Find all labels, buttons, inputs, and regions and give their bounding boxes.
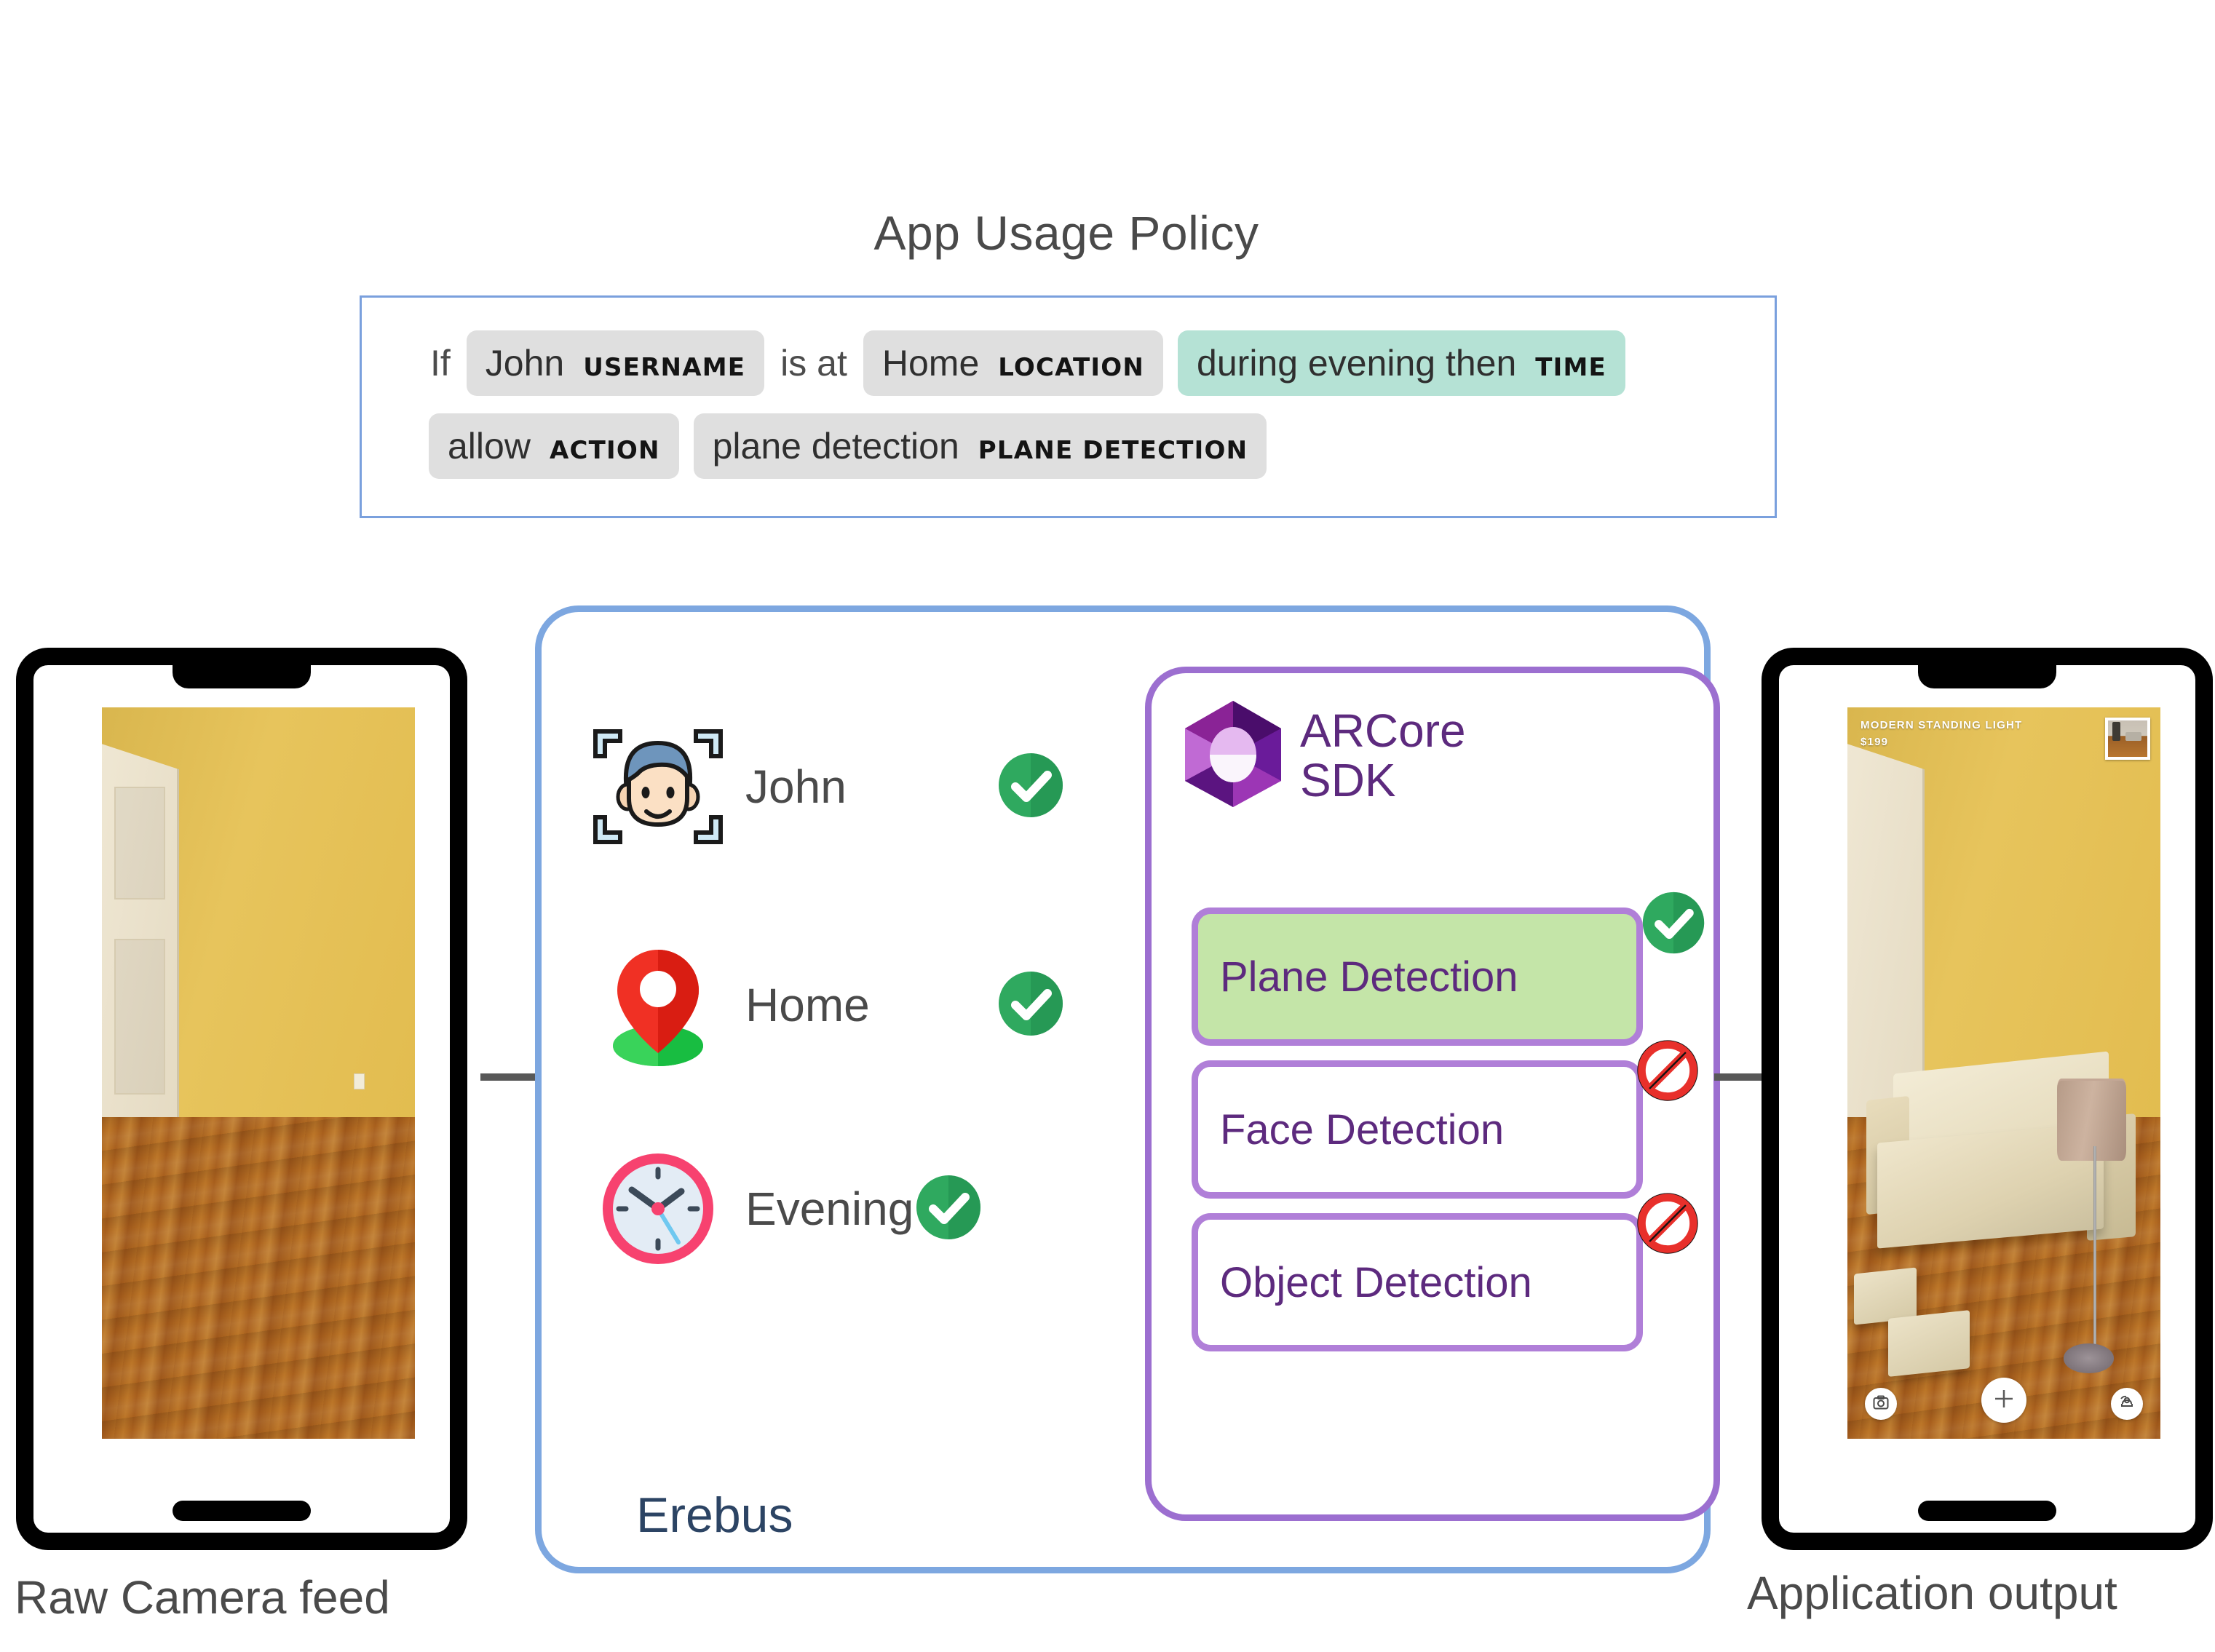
green-check-icon-plane-detection [1640,889,1707,956]
raw-camera-phone [16,648,467,1550]
policy-token-location-tag: LOCATION [998,353,1145,382]
green-check-icon-evening [914,1172,983,1246]
no-entry-icon-face-detection [1634,1037,1701,1104]
ar-product-name: MODERN STANDING LIGHT [1861,719,2023,731]
policy-token-time[interactable]: during evening then TIME [1178,330,1625,396]
thumb-object-1 [2112,722,2120,741]
policy-token-plane-detection-tag: PLANE DETECTION [978,436,1248,465]
application-output-phone: MODERN STANDING LIGHT $199 [1762,648,2213,1550]
camera-icon [1873,1395,1889,1413]
swap-furniture-icon [2119,1395,2135,1413]
condition-row-home: Home [585,940,1066,1071]
green-check-icon-home [996,969,1066,1042]
policy-word-is-at: is at [780,343,847,384]
ar-thumbnail-preview[interactable] [2105,718,2150,760]
caption-raw-camera-feed: Raw Camera feed [15,1571,390,1624]
caption-application-output: Application output [1747,1567,2117,1619]
feature-face-detection[interactable]: Face Detection [1192,1060,1643,1199]
phone-home-bar-right [1918,1501,2056,1521]
raw-camera-screen [102,707,415,1439]
place-object-button[interactable] [1981,1378,2026,1423]
policy-word-if: If [430,343,451,384]
ar-lamp-shade [2057,1078,2126,1161]
policy-row-1: If John USERNAME is at Home LOCATION dur… [362,322,1775,404]
switch-model-button[interactable] [2111,1388,2143,1420]
condition-row-evening: Evening [585,1143,1066,1274]
wall-outlet [354,1073,365,1089]
condition-label-home: Home [745,979,870,1031]
feature-plane-detection[interactable]: Plane Detection [1192,908,1643,1046]
page-title: App Usage Policy [873,206,1259,260]
ar-product-price: $199 [1861,735,1889,748]
policy-token-username-tag: USERNAME [583,353,746,382]
ar-product-label: MODERN STANDING LIGHT $199 [1861,718,2022,750]
screenshot-button[interactable] [1865,1388,1897,1420]
green-check-icon-john [996,750,1066,824]
face-scan-icon [585,721,731,852]
policy-token-time-tag: TIME [1535,353,1606,382]
phone-notch-right [1918,664,2056,688]
feature-label-object-detection: Object Detection [1220,1258,1532,1306]
room-floor [102,1116,415,1439]
condition-label-john: John [745,761,847,813]
condition-row-john: John [585,721,1066,852]
policy-box: If John USERNAME is at Home LOCATION dur… [360,295,1777,518]
arcore-title: ARCore SDK [1300,707,1466,804]
room-door [102,744,180,1169]
clock-icon [585,1143,731,1274]
map-pin-icon [585,940,731,1071]
ar-lamp-pole [2093,1146,2096,1351]
ar-output-screen: MODERN STANDING LIGHT $199 [1847,707,2160,1439]
arcore-title-line2: SDK [1300,753,1396,806]
room-photo [102,707,415,1439]
policy-token-action-tag: ACTION [549,436,660,465]
feature-object-detection[interactable]: Object Detection [1192,1213,1643,1351]
arcore-title-line1: ARCore [1300,704,1466,758]
door-panel-bottom [114,939,165,1095]
plus-icon [1993,1388,2015,1413]
policy-token-action-value: allow [448,426,531,466]
arcore-hexagon-logo [1184,699,1283,812]
policy-token-username[interactable]: John USERNAME [466,330,765,396]
ar-ottoman-2[interactable] [1887,1310,1970,1378]
policy-token-location-value: Home [881,343,980,384]
policy-token-username-value: John [485,343,565,384]
thumb-object-2 [2125,732,2141,741]
arcore-header: ARCore SDK [1184,699,1466,812]
policy-token-time-value: during evening then [1197,343,1517,384]
policy-token-plane-detection[interactable]: plane detection PLANE DETECTION [693,413,1267,479]
door-panel-top [114,786,165,900]
policy-token-plane-detection-value: plane detection [712,426,959,466]
feature-label-face-detection: Face Detection [1220,1105,1505,1153]
policy-token-location[interactable]: Home LOCATION [863,330,1164,396]
policy-token-action[interactable]: allow ACTION [429,413,679,479]
feature-label-plane-detection: Plane Detection [1220,953,1518,1001]
phone-notch-left [173,664,311,688]
ar-lamp-base [2063,1343,2114,1373]
condition-label-evening: Evening [745,1183,914,1235]
phone-home-bar-left [173,1501,311,1521]
erebus-label: Erebus [636,1488,793,1543]
policy-row-2: allow ACTION plane detection PLANE DETEC… [362,405,1775,487]
no-entry-icon-object-detection [1634,1190,1701,1257]
